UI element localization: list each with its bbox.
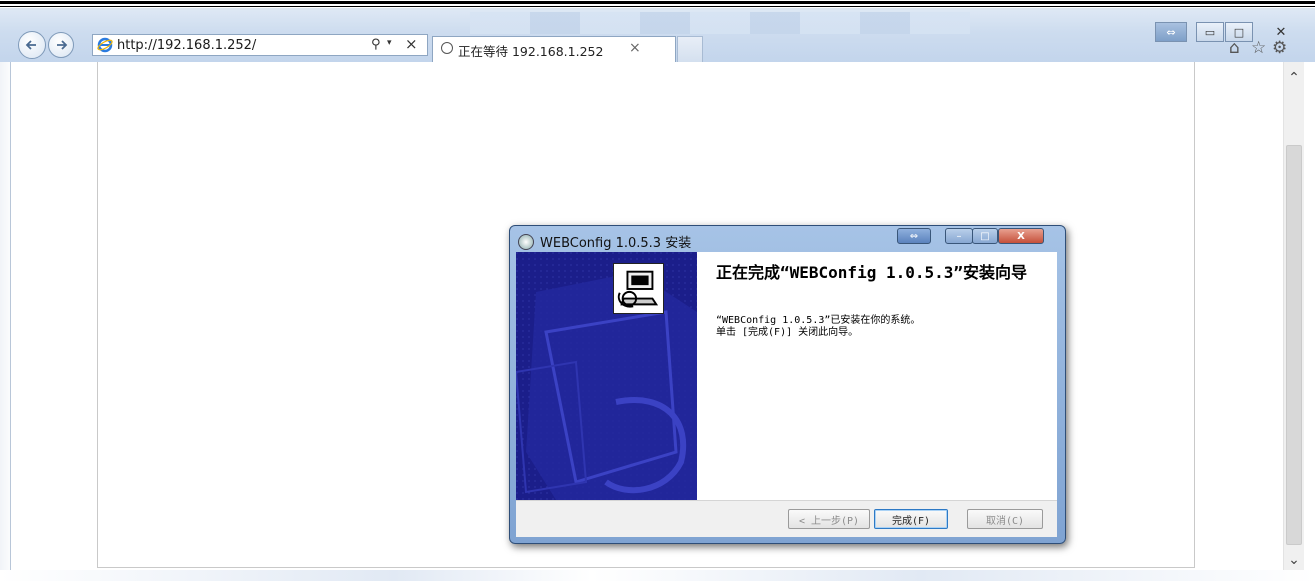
border-line-thick	[0, 1, 1315, 4]
dialog-maximize-button[interactable]: □	[972, 228, 998, 244]
dialog-heading: 正在完成“WEBConfig 1.0.5.3”安装向导	[716, 263, 1028, 282]
banner-artwork	[516, 252, 697, 500]
bottom-taskbar-strip	[0, 570, 1315, 581]
dialog-minimize-button[interactable]: –	[945, 228, 973, 244]
finish-button[interactable]: 完成(F)	[874, 509, 948, 529]
tab-current[interactable]: 正在等待 192.168.1.252 ×	[432, 36, 676, 62]
tab-close-icon[interactable]: ×	[629, 40, 641, 56]
installer-dialog: WEBConfig 1.0.5.3 安装 ⇔ – □ X 正在完成“WEBCon…	[509, 225, 1066, 544]
taskbar-thumbnails	[470, 12, 970, 34]
stop-icon[interactable]: ×	[405, 35, 418, 53]
search-icon[interactable]: ⚲	[371, 37, 381, 52]
tab-title: 正在等待 192.168.1.252	[458, 44, 604, 59]
border-line-thin	[0, 6, 1315, 7]
address-url: http://192.168.1.252/	[117, 38, 257, 53]
address-bar[interactable]: http://192.168.1.252/ ⚲ ▾ ×	[92, 34, 428, 56]
home-icon[interactable]: ⌂	[1229, 38, 1240, 58]
dialog-title-bar: WEBConfig 1.0.5.3 安装	[518, 232, 691, 251]
dialog-close-button[interactable]: X	[998, 228, 1044, 244]
installer-app-icon	[518, 233, 534, 250]
star-icon[interactable]: ☆	[1251, 38, 1266, 58]
left-edge-panel	[0, 62, 11, 581]
new-tab-button[interactable]	[677, 36, 703, 62]
scroll-down-icon[interactable]: ⌄	[1284, 552, 1304, 570]
gear-icon[interactable]: ⚙	[1272, 38, 1287, 58]
wizard-banner-image	[516, 252, 697, 500]
dialog-swap-button[interactable]: ⇔	[897, 228, 931, 244]
scroll-up-icon[interactable]: ⌃	[1284, 70, 1304, 88]
back-arrow-icon	[25, 40, 36, 50]
dialog-message-instruction: 单击 [完成(F)] 关闭此向导。	[716, 327, 859, 338]
dialog-body: 正在完成“WEBConfig 1.0.5.3”安装向导 “WEBConfig 1…	[516, 252, 1057, 500]
cancel-button[interactable]: 取消(C)	[967, 509, 1043, 529]
back-button[interactable]	[18, 31, 46, 59]
dialog-footer: < 上一步(P) 完成(F) 取消(C)	[516, 500, 1057, 537]
loading-spinner-icon	[441, 42, 453, 54]
window-swap-button[interactable]: ⇔	[1155, 22, 1187, 42]
ie-logo-icon	[97, 37, 113, 53]
dialog-title: WEBConfig 1.0.5.3 安装	[540, 236, 692, 251]
forward-button[interactable]	[48, 32, 74, 58]
back-step-button[interactable]: < 上一步(P)	[788, 509, 870, 529]
forward-arrow-icon	[57, 40, 68, 50]
window-minimize-button[interactable]: ▭	[1196, 22, 1224, 42]
vertical-scrollbar[interactable]: ⌃ ⌄	[1283, 62, 1304, 577]
computer-install-icon	[613, 263, 664, 314]
chevron-down-icon[interactable]: ▾	[387, 38, 392, 48]
scroll-thumb[interactable]	[1286, 145, 1302, 545]
